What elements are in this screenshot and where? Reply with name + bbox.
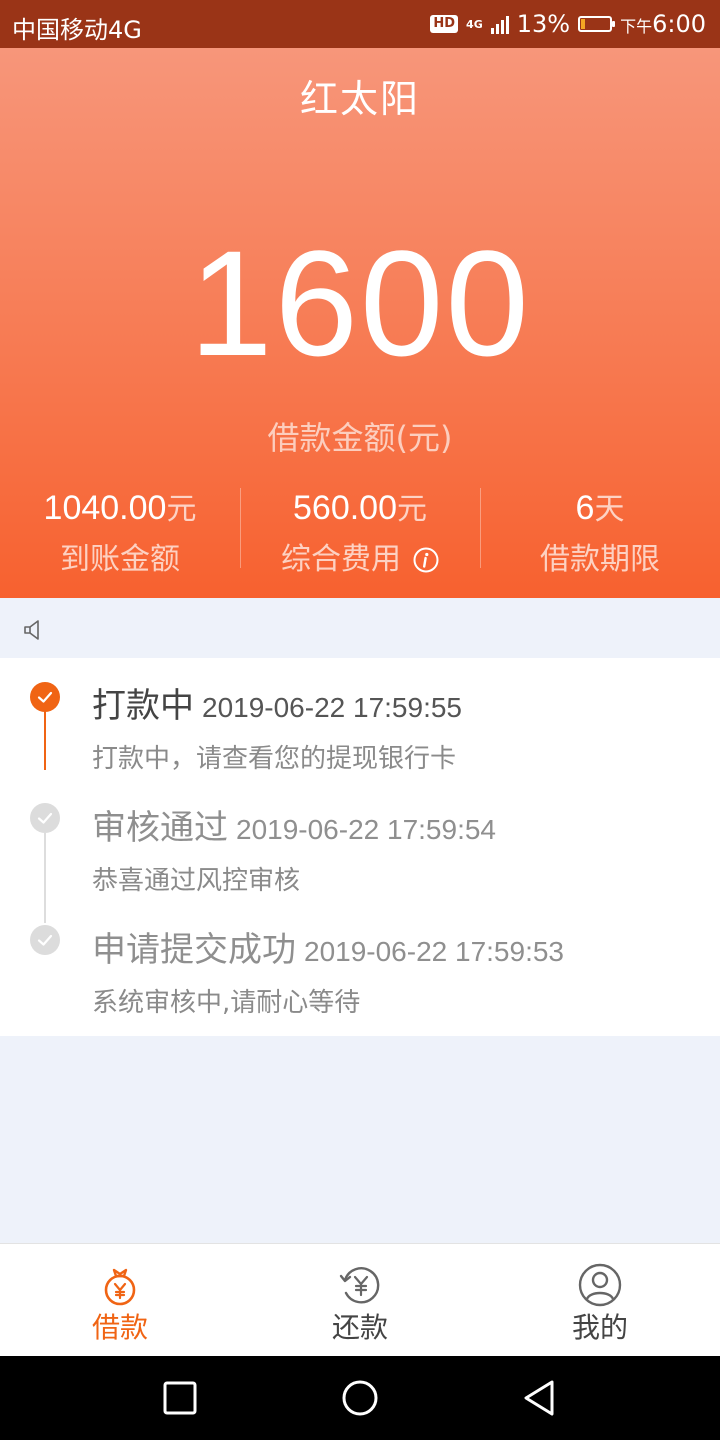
timeline-description: 打款中，请查看您的提现银行卡 [92, 744, 457, 774]
loan-stats: 1040.00元 到账金额 560.00元 综合费用 6天 借款期限 [0, 488, 720, 578]
timeline-dot-done [30, 803, 60, 833]
clock: 下午6:00 [620, 10, 706, 38]
nav-tab-borrow[interactable]: 借款 [0, 1244, 240, 1356]
battery-icon [578, 16, 616, 32]
check-icon [37, 691, 53, 703]
stat-value: 1040.00 [43, 489, 167, 527]
check-icon [37, 812, 53, 824]
battery-percent: 13% [516, 10, 571, 38]
nav-label: 借款 [91, 1311, 148, 1344]
bottom-nav: 借款 还款 我的 [0, 1243, 720, 1356]
speaker-icon [24, 620, 39, 640]
nav-tab-mine[interactable]: 我的 [480, 1244, 720, 1356]
stat-unit: 天 [594, 492, 625, 527]
status-indicators: HD 4G 13% 下午6:00 [430, 10, 706, 38]
timeline-connector [44, 833, 46, 923]
recent-apps-button[interactable] [160, 1378, 200, 1418]
stat-value: 560.00 [293, 489, 397, 527]
home-button[interactable] [340, 1378, 380, 1418]
loan-summary-header: 红太阳 1600 借款金额(元) 1040.00元 到账金额 560.00元 综… [0, 48, 720, 598]
timeline-title: 打款中 [92, 686, 194, 726]
timeline-connector [44, 708, 46, 770]
back-button[interactable] [520, 1378, 560, 1418]
status-bar: 中国移动4G HD 4G 13% 下午6:00 [0, 0, 720, 48]
stat-received-amount: 1040.00元 到账金额 [0, 488, 240, 578]
timeline-time: 2019-06-22 17:59:53 [304, 936, 564, 967]
timeline-title: 申请提交成功 [92, 930, 296, 970]
timeline-description: 恭喜通过风控审核 [92, 866, 301, 896]
stat-unit: 元 [397, 492, 427, 527]
check-icon [37, 934, 53, 946]
signal-icon [490, 14, 509, 34]
stat-unit: 元 [166, 492, 197, 527]
user-icon [578, 1263, 622, 1307]
battery-level [581, 19, 586, 29]
carrier-label: 中国移动4G [12, 16, 142, 44]
repay-icon [339, 1267, 380, 1304]
nav-label: 还款 [331, 1311, 388, 1344]
loan-amount-label: 借款金额(元) [267, 419, 453, 457]
stat-label: 借款期限 [540, 542, 660, 577]
info-icon[interactable] [413, 547, 439, 573]
timeline-dot-done [30, 925, 60, 955]
time-prefix: 下午 [620, 17, 653, 36]
timeline-time: 2019-06-22 17:59:54 [236, 814, 496, 845]
loan-amount: 1600 [189, 219, 531, 387]
stat-total-fee[interactable]: 560.00元 综合费用 [240, 488, 480, 578]
timeline-title: 审核通过 [92, 808, 228, 848]
page-title: 红太阳 [299, 77, 420, 121]
loan-progress-timeline: 打款中 2019-06-22 17:59:55 打款中，请查看您的提现银行卡 审核… [0, 658, 720, 1036]
system-nav-bar [0, 1356, 720, 1440]
hd-badge: HD [430, 15, 459, 33]
money-bag-icon [104, 1268, 136, 1306]
timeline-dot-active [30, 682, 60, 712]
stat-label: 到账金额 [60, 542, 180, 577]
timeline-time: 2019-06-22 17:59:55 [202, 692, 462, 723]
notice-bar[interactable] [0, 598, 720, 658]
stat-value: 6 [575, 489, 595, 527]
timeline-description: 系统审核中,请耐心等待 [92, 988, 361, 1018]
network-type: 4G [466, 17, 483, 31]
time: 6:00 [652, 10, 706, 38]
stat-label: 综合费用 [281, 542, 401, 577]
nav-label: 我的 [571, 1311, 628, 1344]
nav-tab-repay[interactable]: 还款 [240, 1244, 480, 1356]
stat-loan-term: 6天 借款期限 [480, 488, 720, 578]
